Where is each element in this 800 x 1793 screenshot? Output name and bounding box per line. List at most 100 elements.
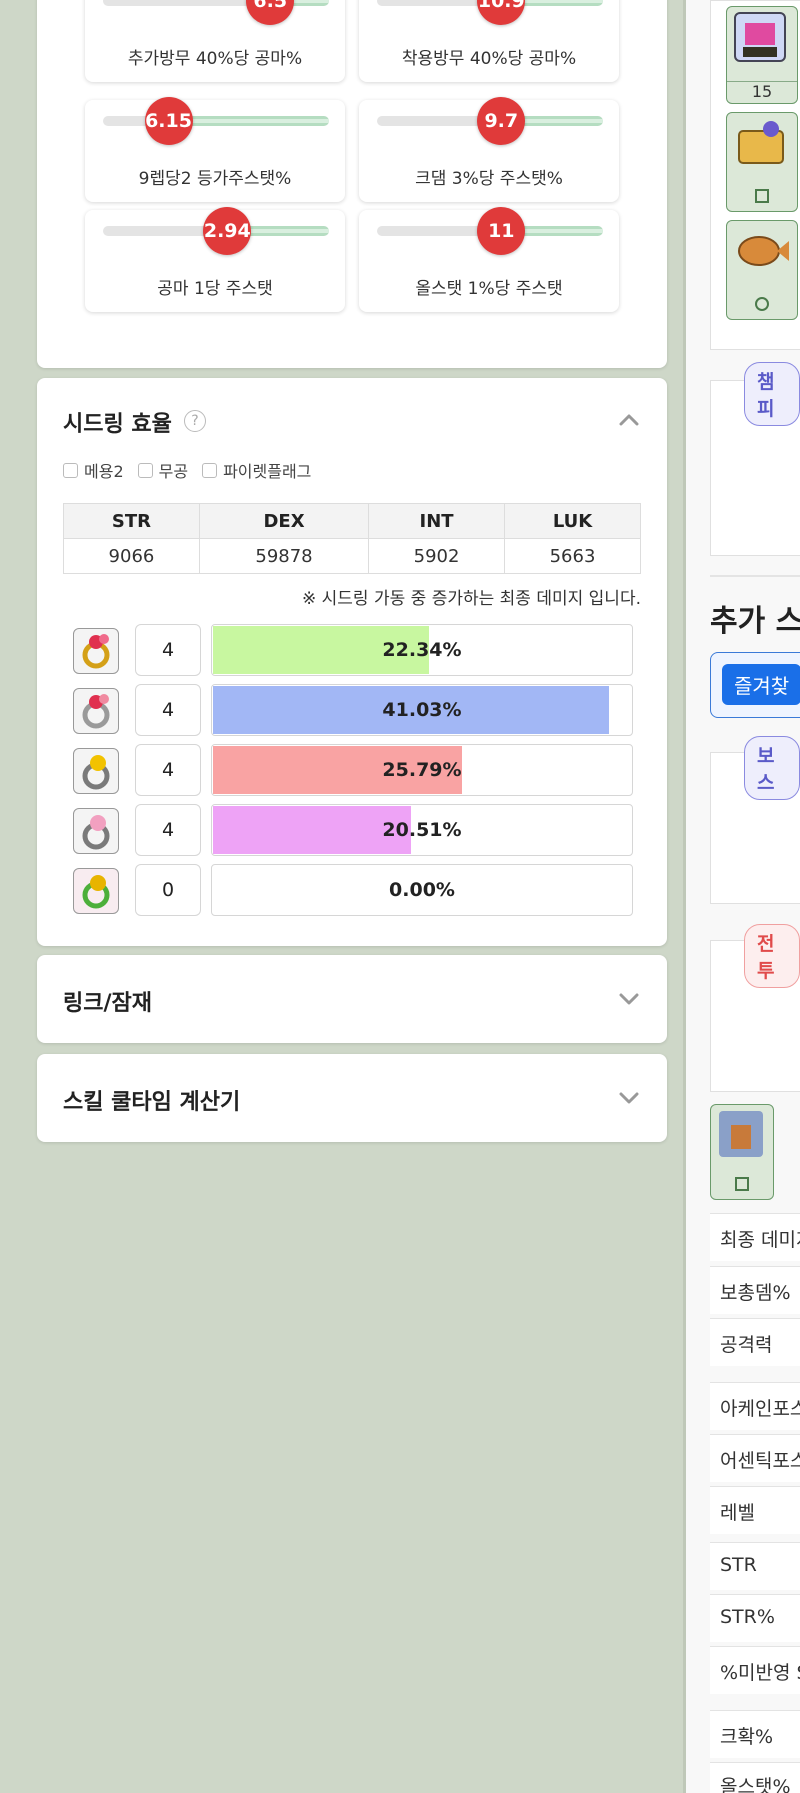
stat-row-label: %미반영 S [720,1662,800,1684]
header-luk: LUK [504,503,641,539]
ring-level-input[interactable]: 4 [135,624,201,676]
stat-row-label: STR [720,1554,757,1576]
right-panel: 15 챔피 추가 스 즐겨찾 보스 전투 최종 데미지 보총뎀% 공격력 아케인… [686,0,800,1793]
seed-ring-card: 시드링 효율 ? 메용2 무공 파이렛플래그 STR DEX INT LUK 9… [37,378,667,946]
champion-pill: 챔피 [744,362,800,426]
stat-ratio-card: 6.5 추가방무 40%당 공마% 10.9 착용방무 40%당 공마% 6.1… [37,0,667,368]
slider-label: 올스탯 1%당 주스탯 [415,279,563,299]
stat-row-label: 어센틱포스 [720,1450,800,1472]
stat-row-label: 크확% [720,1726,774,1748]
help-icon[interactable]: ? [184,410,206,432]
ring-level-input[interactable]: 4 [135,804,201,856]
slider-knob[interactable]: 10.9 [477,0,526,25]
checkbox-mugong[interactable]: 무공 [137,458,188,482]
ring-row: 0 0.00% [73,864,633,916]
table-header-row: STR DEX INT LUK [63,503,641,539]
ring-efficiency-bar: 41.03% [211,684,633,736]
ring-efficiency-value: 41.03% [382,699,462,721]
slider-knob[interactable]: 11 [477,207,526,255]
stat-row-label: 레벨 [720,1502,755,1524]
fish-icon [738,236,789,266]
stat-row-label: 보총뎀% [720,1282,791,1304]
section-title: 스킬 쿨타임 계산기 [63,1090,241,1115]
skill-tile[interactable] [710,1104,774,1200]
header-str: STR [63,503,200,539]
ring-efficiency-bar: 20.51% [211,804,633,856]
treasure-chest-icon [738,121,784,164]
section-title: 링크/잠재 [63,991,152,1016]
ring-level-input[interactable]: 4 [135,684,201,736]
ring-efficiency-bar: 0.00% [211,864,633,916]
radio-icon [755,297,769,311]
slider-knob[interactable]: 6.5 [246,0,295,25]
section-title: 시드링 효율 [63,412,172,437]
select-square-icon [735,1177,749,1191]
value-int: 5902 [368,538,506,574]
header-dex: DEX [198,503,370,539]
slider-knob[interactable]: 6.15 [144,97,193,145]
link-potential-card[interactable]: 링크/잠재 [37,955,667,1043]
battle-pill: 전투 [744,924,800,988]
select-square-icon [755,189,769,203]
ring-row: 4 22.34% [73,624,633,676]
stat-row-label: 최종 데미지 [720,1229,800,1251]
stat-row-label: 공격력 [720,1334,773,1356]
buff-tile-chest[interactable] [726,112,798,212]
slider-label: 추가방무 40%당 공마% [127,49,303,69]
header-int: INT [368,503,506,539]
slider-label: 9렙당2 등가주스탯% [138,169,292,189]
damage-note: ※ 시드링 가동 중 증가하는 최종 데미지 입니다. [302,589,641,609]
ratio-slider-2[interactable]: 6.15 9렙당2 등가주스탯% [85,97,345,202]
ring-efficiency-value: 0.00% [389,879,455,901]
boss-pill: 보스 [744,736,800,800]
value-str: 9066 [63,538,200,574]
skill-cooldown-card[interactable]: 스킬 쿨타임 계산기 [37,1054,667,1142]
checkbox-meyong2[interactable]: 메용2 [63,458,124,482]
ratio-slider-4[interactable]: 2.94 공마 1당 주스탯 [85,207,345,312]
stat-row-label: 아케인포스 [720,1398,800,1420]
stat-table: STR DEX INT LUK 9066 59878 5902 5663 [63,503,641,574]
ring-icon-silver-red [73,688,119,734]
value-luk: 5663 [504,538,641,574]
favorite-button[interactable]: 즐겨찾 [722,664,800,705]
slider-track[interactable] [103,0,329,6]
stat-row-label: STR% [720,1606,775,1628]
ring-level-input[interactable]: 0 [135,864,201,916]
boss-buff-icon [734,12,786,62]
slider-track[interactable] [103,116,329,126]
checkbox-pirate-flag[interactable]: 파이렛플래그 [202,458,311,482]
slider-label: 착용방무 40%당 공마% [401,49,577,69]
stat-row-label: 올스탯% [720,1776,791,1793]
value-dex: 59878 [198,538,370,574]
ring-row: 4 25.79% [73,744,633,796]
option-checkboxes: 메용2 무공 파이렛플래그 [63,458,311,482]
ring-efficiency-bar: 22.34% [211,624,633,676]
ring-efficiency-value: 25.79% [382,759,462,781]
ring-icon-gold-red [73,628,119,674]
ring-icon-green-gold [73,868,119,914]
ratio-slider-5[interactable]: 11 올스탯 1%당 주스탯 [359,207,619,312]
ratio-slider-3[interactable]: 9.7 크댐 3%당 주스탯% [359,97,619,202]
ring-efficiency-bar: 25.79% [211,744,633,796]
warrior-skill-icon [719,1111,763,1157]
ring-row: 4 20.51% [73,804,633,856]
ring-icon-yellow-gem [73,748,119,794]
additional-stat-heading: 추가 스 [710,604,800,639]
chevron-down-icon[interactable] [617,1086,641,1110]
ratio-slider-1[interactable]: 10.9 착용방무 40%당 공마% [359,0,619,82]
ring-row: 4 41.03% [73,684,633,736]
buff-tile-boss[interactable]: 15 [726,6,798,104]
slider-knob[interactable]: 2.94 [203,207,252,255]
slider-label: 크댐 3%당 주스탯% [415,169,563,189]
ring-level-input[interactable]: 4 [135,744,201,796]
chevron-up-icon[interactable] [617,408,641,432]
chevron-down-icon[interactable] [617,987,641,1011]
table-row: 9066 59878 5902 5663 [63,538,641,574]
ring-efficiency-value: 20.51% [382,819,462,841]
slider-knob[interactable]: 9.7 [477,97,526,145]
buff-tile-fish[interactable] [726,220,798,320]
ratio-slider-0[interactable]: 6.5 추가방무 40%당 공마% [85,0,345,82]
ring-efficiency-value: 22.34% [382,639,462,661]
ring-icon-pink-gem [73,808,119,854]
tile-count: 15 [727,81,797,101]
